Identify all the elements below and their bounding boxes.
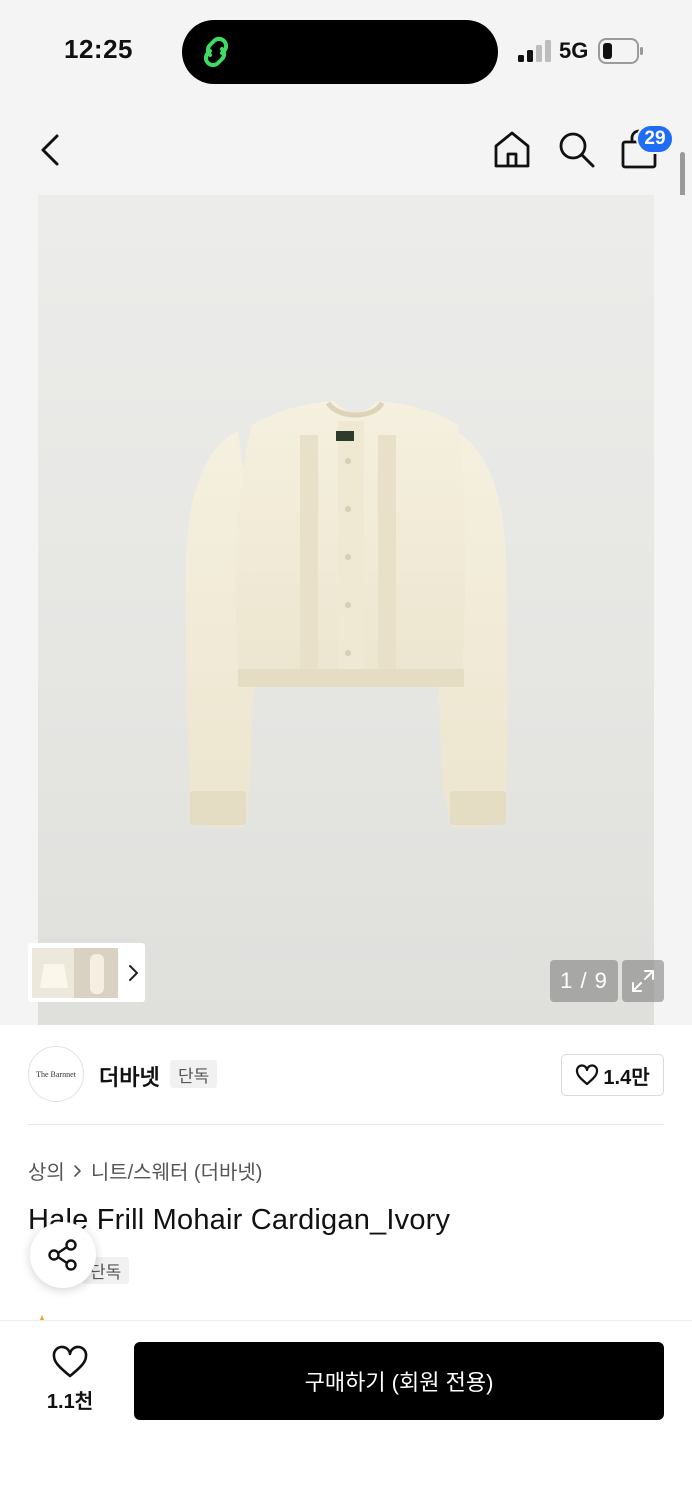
cellular-signal-icon <box>518 40 551 62</box>
image-page-counter: 1 / 9 <box>550 960 618 1002</box>
thumbnail-strip[interactable] <box>28 943 145 1002</box>
search-button[interactable] <box>554 126 598 172</box>
share-icon <box>48 1239 77 1271</box>
link-app-icon <box>203 36 229 68</box>
expand-image-button[interactable] <box>622 960 664 1002</box>
dynamic-island <box>182 20 498 84</box>
thumbnail-image[interactable] <box>32 947 76 998</box>
brand-like-button[interactable]: 1.4만 <box>561 1054 664 1096</box>
breadcrumb: 상의 니트/스웨터 (더바넷) <box>28 1156 262 1185</box>
product-title: Hale Frill Mohair Cardigan_Ivory <box>28 1204 451 1236</box>
divider <box>28 1124 664 1125</box>
heart-icon <box>576 1064 599 1086</box>
brand-logo[interactable]: The Barnnet <box>28 1046 84 1102</box>
buy-button[interactable]: 구매하기 (회원 전용) <box>134 1342 664 1420</box>
home-button[interactable] <box>490 126 534 172</box>
search-icon <box>559 132 595 168</box>
brand-logo-text: The Barnnet <box>36 1069 76 1079</box>
chevron-right-icon <box>74 1164 81 1177</box>
brand-row: The Barnnet 더바넷 단독 1.4만 <box>28 1046 664 1106</box>
wishlist-button[interactable]: 1.1천 <box>30 1345 110 1425</box>
cart-count-badge: 29 <box>636 124 674 154</box>
heart-icon <box>52 1345 88 1378</box>
exclusive-tag: 단독 <box>170 1060 218 1088</box>
share-button[interactable] <box>30 1222 96 1288</box>
home-icon <box>494 131 530 168</box>
wishlist-count: 1.1천 <box>46 1391 94 1413</box>
network-type: 5G <box>559 38 589 63</box>
breadcrumb-category[interactable]: 상의 <box>28 1156 65 1185</box>
status-bar: 12:25 5G <box>0 0 692 100</box>
status-time: 12:25 <box>64 34 133 64</box>
product-image[interactable] <box>38 195 654 1025</box>
breadcrumb-subcategory[interactable]: 니트/스웨터 (더바넷) <box>91 1156 263 1185</box>
expand-icon <box>632 970 654 992</box>
thumbnail-image[interactable] <box>74 947 118 998</box>
brand-name[interactable]: 더바넷 <box>99 1060 160 1092</box>
chevron-right-icon <box>129 964 138 981</box>
brand-like-count: 1.4만 <box>603 1066 650 1089</box>
chevron-left-icon <box>41 134 59 166</box>
product-gallery[interactable]: 1 / 9 <box>0 195 692 1025</box>
bottom-action-bar: 1.1천 구매하기 (회원 전용) <box>0 1320 692 1500</box>
top-navigation <box>0 100 692 195</box>
battery-icon <box>598 38 643 64</box>
back-button[interactable] <box>30 128 70 172</box>
